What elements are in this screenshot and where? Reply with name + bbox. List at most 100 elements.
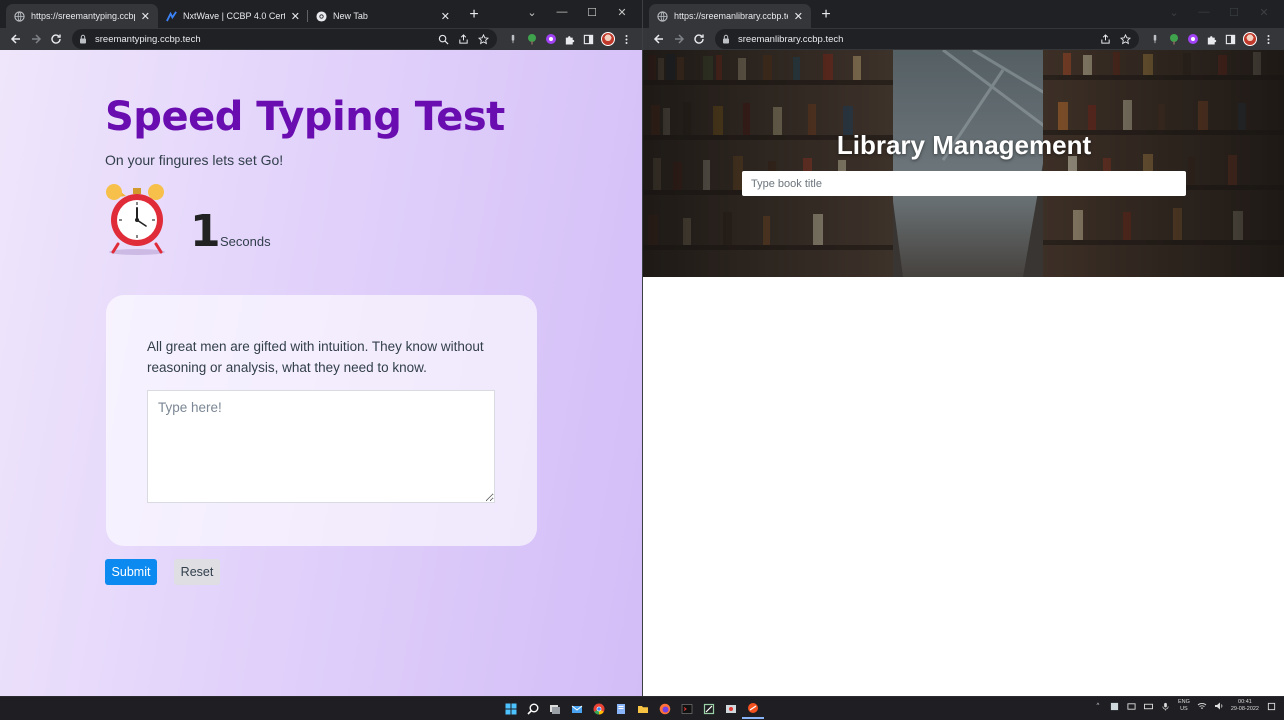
bookmark-star-icon[interactable] [1117, 31, 1133, 47]
chevron-down-icon[interactable]: ⌄ [1159, 0, 1189, 24]
chevron-up-icon[interactable]: ^ [1093, 701, 1103, 711]
browser-toolbar: sreemantyping.ccbp.tech [0, 28, 642, 50]
lock-icon [723, 34, 729, 44]
extensions-puzzle-icon[interactable] [560, 29, 579, 49]
close-tab-icon[interactable]: ✕ [794, 10, 803, 23]
tab-strip: https://sreemantyping.ccbp.tech ✕ NxtWav… [0, 0, 642, 28]
tab-sreemanlibrary[interactable]: https://sreemanlibrary.ccbp.tech ✕ [649, 4, 811, 28]
terminal-icon[interactable] [676, 699, 698, 719]
address-bar[interactable]: sreemanlibrary.ccbp.tech [715, 29, 1139, 49]
snipping-tool-icon[interactable] [698, 699, 720, 719]
timer-unit-label: Seconds [220, 234, 271, 249]
library-page: Library Management [643, 50, 1284, 696]
more-menu-icon[interactable] [1259, 29, 1278, 49]
purple-extension-icon[interactable] [1183, 29, 1202, 49]
forward-icon[interactable] [669, 29, 689, 49]
chrome-icon [316, 10, 327, 22]
recording-app-icon[interactable] [742, 699, 764, 719]
close-window-icon[interactable]: ✕ [607, 0, 637, 24]
nxtwave-logo-icon [166, 10, 177, 22]
more-menu-icon[interactable] [617, 29, 636, 49]
language-code: ENG [1177, 699, 1190, 705]
window-controls: ⌄ — ☐ ✕ [1159, 0, 1279, 28]
address-bar[interactable]: sreemantyping.ccbp.tech [72, 29, 497, 49]
side-panel-icon[interactable] [579, 29, 598, 49]
globe-icon [14, 10, 25, 22]
tray-app-icon[interactable] [1110, 701, 1120, 711]
url-text: sreemanlibrary.ccbp.tech [738, 33, 844, 45]
tab-title: New Tab [333, 11, 368, 21]
side-panel-icon[interactable] [1221, 29, 1240, 49]
profile-avatar[interactable] [1240, 29, 1259, 49]
system-clock[interactable]: 00:41 29-08-2022 [1231, 699, 1259, 713]
chevron-down-icon[interactable]: ⌄ [517, 0, 547, 24]
language-indicator[interactable]: ENG US [1178, 699, 1190, 713]
library-hero-banner: Library Management [643, 50, 1284, 277]
globe-icon [657, 10, 668, 22]
page-title: Speed Typing Test [105, 94, 505, 140]
book-search-input[interactable] [742, 171, 1186, 196]
tab-nxtwave[interactable]: NxtWave | CCBP 4.0 Certification ✕ [158, 4, 308, 28]
chrome-icon[interactable] [588, 699, 610, 719]
region-code: US [1180, 706, 1188, 712]
browser-window-right: https://sreemanlibrary.ccbp.tech ✕ + ⌄ —… [642, 0, 1284, 696]
share-icon[interactable] [1097, 31, 1113, 47]
mail-icon[interactable] [566, 699, 588, 719]
minimize-icon[interactable]: — [1189, 0, 1219, 24]
screen-recorder-icon[interactable] [720, 699, 742, 719]
minimize-icon[interactable]: — [547, 0, 577, 24]
quote-display: All great men are gifted with intuition.… [147, 339, 484, 375]
firefox-icon[interactable] [654, 699, 676, 719]
submit-button[interactable]: Submit [105, 559, 157, 585]
close-tab-icon[interactable]: ✕ [141, 10, 150, 23]
clock-time: 00:41 [1238, 699, 1252, 705]
extension-pin-icon[interactable] [1145, 29, 1164, 49]
tree-extension-icon[interactable] [522, 29, 541, 49]
maximize-icon[interactable]: ☐ [577, 0, 607, 24]
tab-new-tab[interactable]: New Tab ✕ [308, 4, 458, 28]
back-icon[interactable] [649, 29, 669, 49]
forward-icon[interactable] [26, 29, 46, 49]
zoom-icon[interactable] [435, 31, 451, 47]
windows-taskbar: ^ ENG US 00:41 29-08-2022 [0, 696, 1284, 720]
timer-value: 1 [190, 206, 221, 257]
reset-button[interactable]: Reset [174, 559, 220, 585]
files-icon[interactable] [610, 699, 632, 719]
typing-input[interactable] [147, 390, 495, 503]
lock-icon [80, 34, 86, 44]
windows-start-icon[interactable] [500, 699, 522, 719]
volume-icon[interactable] [1214, 701, 1224, 711]
share-icon[interactable] [455, 31, 471, 47]
tree-extension-icon[interactable] [1164, 29, 1183, 49]
page-viewport: Library Management [643, 50, 1284, 696]
page-subtitle: On your fingures lets set Go! [105, 152, 284, 168]
bookmark-star-icon[interactable] [475, 31, 491, 47]
extensions-puzzle-icon[interactable] [1202, 29, 1221, 49]
new-tab-button[interactable]: + [817, 6, 835, 24]
tab-title: NxtWave | CCBP 4.0 Certification [183, 11, 285, 21]
close-tab-icon[interactable]: ✕ [441, 10, 450, 23]
tab-sreemantyping[interactable]: https://sreemantyping.ccbp.tech ✕ [6, 4, 158, 28]
microphone-icon[interactable] [1161, 701, 1171, 711]
bookshelf-background-image [643, 50, 1284, 277]
task-view-icon[interactable] [544, 699, 566, 719]
page-title: Library Management [836, 130, 1092, 160]
purple-extension-icon[interactable] [541, 29, 560, 49]
close-tab-icon[interactable]: ✕ [291, 10, 300, 23]
reload-icon[interactable] [46, 29, 66, 49]
tray-network-app-icon[interactable] [1127, 701, 1137, 711]
search-icon[interactable] [522, 699, 544, 719]
wifi-icon[interactable] [1197, 701, 1207, 711]
close-window-icon[interactable]: ✕ [1249, 0, 1279, 24]
notification-icon[interactable] [1266, 701, 1276, 711]
url-text: sreemantyping.ccbp.tech [95, 33, 201, 45]
window-controls: ⌄ — ☐ ✕ [517, 0, 637, 28]
tray-keyboard-icon[interactable] [1144, 701, 1154, 711]
extension-pin-icon[interactable] [503, 29, 522, 49]
new-tab-button[interactable]: + [465, 6, 483, 24]
maximize-icon[interactable]: ☐ [1219, 0, 1249, 24]
profile-avatar[interactable] [598, 29, 617, 49]
back-icon[interactable] [6, 29, 26, 49]
explorer-icon[interactable] [632, 699, 654, 719]
reload-icon[interactable] [689, 29, 709, 49]
